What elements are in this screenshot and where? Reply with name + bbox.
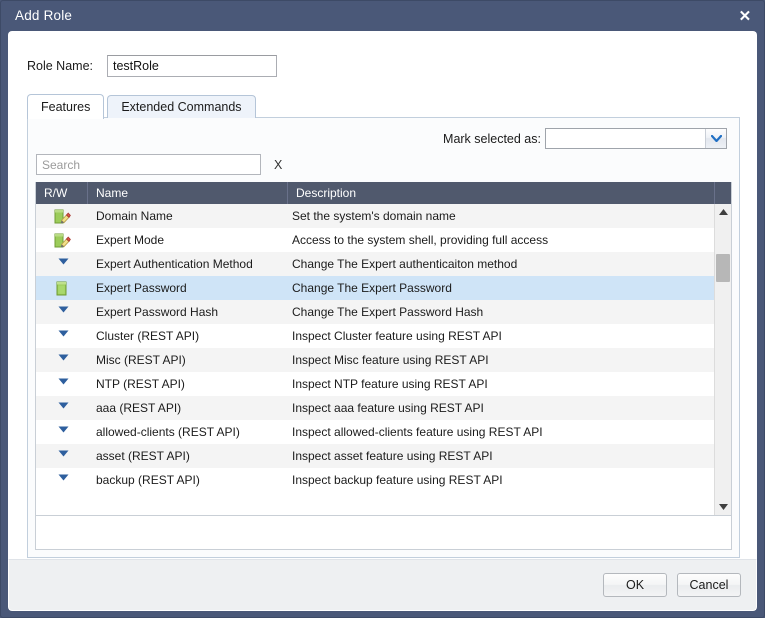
table-row[interactable]: Expert Password Change The Expert Passwor…	[36, 276, 714, 300]
row-name-cell: aaa (REST API)	[96, 401, 182, 415]
mark-selected-select[interactable]	[545, 128, 727, 149]
row-description-cell: Access to the system shell, providing fu…	[292, 233, 549, 247]
grid-rows: Domain Name Set the system's domain name E…	[36, 204, 714, 515]
features-grid: R/W Name Description Domain Name Set the …	[35, 182, 732, 516]
triangle-down-icon[interactable]	[58, 330, 70, 342]
row-name-cell: Expert Password Hash	[96, 305, 219, 319]
scroll-down-icon[interactable]	[715, 499, 731, 515]
row-description-cell: Inspect asset feature using REST API	[292, 449, 493, 463]
notepad-pencil-icon	[53, 208, 71, 225]
dialog-footer: OK Cancel	[8, 559, 757, 611]
search-input[interactable]	[36, 154, 261, 175]
row-rw-cell[interactable]	[36, 444, 88, 468]
chevron-down-icon[interactable]	[705, 129, 726, 148]
triangle-down-icon[interactable]	[58, 306, 70, 318]
triangle-down-icon[interactable]	[58, 258, 70, 270]
grid-body: Domain Name Set the system's domain name E…	[36, 204, 731, 515]
table-row[interactable]: Domain Name Set the system's domain name	[36, 204, 714, 228]
role-name-row: Role Name:	[9, 32, 756, 78]
dialog-title: Add Role	[15, 8, 73, 23]
table-row[interactable]: Expert Authentication Method Change The E…	[36, 252, 714, 276]
triangle-down-icon[interactable]	[58, 402, 70, 414]
grid-vertical-scrollbar[interactable]	[714, 204, 731, 515]
triangle-down-icon[interactable]	[58, 426, 70, 438]
cancel-button[interactable]: Cancel	[677, 573, 741, 597]
tab-extended-commands[interactable]: Extended Commands	[107, 95, 256, 118]
role-name-input[interactable]	[107, 55, 277, 77]
row-name-cell: NTP (REST API)	[96, 377, 185, 391]
clear-search-button[interactable]: X	[274, 158, 282, 172]
row-description-cell: Change The Expert Password Hash	[292, 305, 484, 319]
row-description-cell: Inspect allowed-clients feature using RE…	[292, 425, 543, 439]
triangle-down-icon[interactable]	[58, 378, 70, 390]
row-description-cell: Inspect aaa feature using REST API	[292, 401, 484, 415]
add-role-dialog: Add Role ✕ Role Name: Features Extended …	[0, 0, 765, 618]
grid-header: R/W Name Description	[36, 182, 731, 204]
table-row[interactable]: NTP (REST API) Inspect NTP feature using …	[36, 372, 714, 396]
table-row[interactable]: allowed-clients (REST API) Inspect allowe…	[36, 420, 714, 444]
row-rw-cell[interactable]	[36, 228, 88, 252]
column-header-spacer	[715, 182, 731, 204]
column-header-description[interactable]: Description	[288, 182, 715, 204]
row-description-cell: Change The Expert Password	[292, 281, 452, 295]
scrollbar-thumb[interactable]	[716, 254, 730, 282]
row-description-cell: Inspect backup feature using REST API	[292, 473, 503, 487]
mark-selected-value	[546, 129, 705, 148]
table-row[interactable]: Expert Password Hash Change The Expert Pa…	[36, 300, 714, 324]
row-name-cell: Expert Mode	[96, 233, 165, 247]
triangle-down-icon[interactable]	[58, 474, 70, 486]
triangle-down-icon[interactable]	[58, 354, 70, 366]
row-name-cell: Expert Password	[96, 281, 187, 295]
row-description-cell: Set the system's domain name	[292, 209, 456, 223]
notepad-pencil-icon	[53, 232, 71, 249]
tab-content-features: Mark selected as: X R/W Name Description	[27, 117, 740, 558]
table-row[interactable]: asset (REST API) Inspect asset feature us…	[36, 444, 714, 468]
dialog-body: Role Name: Features Extended Commands Ma…	[8, 31, 757, 559]
table-row[interactable]: backup (REST API) Inspect backup feature …	[36, 468, 714, 492]
dialog-titlebar: Add Role ✕	[1, 1, 764, 31]
row-name-cell: asset (REST API)	[96, 449, 190, 463]
tab-bar: Features Extended Commands	[27, 94, 756, 119]
row-rw-cell[interactable]	[36, 276, 88, 300]
row-rw-cell[interactable]	[36, 372, 88, 396]
row-description-cell: Inspect Misc feature using REST API	[292, 353, 489, 367]
row-name-cell: Domain Name	[96, 209, 173, 223]
row-description-cell: Inspect Cluster feature using REST API	[292, 329, 502, 343]
row-rw-cell[interactable]	[36, 348, 88, 372]
row-rw-cell[interactable]	[36, 324, 88, 348]
row-rw-cell[interactable]	[36, 252, 88, 276]
row-name-cell: allowed-clients (REST API)	[96, 425, 240, 439]
triangle-down-icon[interactable]	[58, 450, 70, 462]
scrollbar-track[interactable]	[715, 220, 731, 499]
row-name-cell: Expert Authentication Method	[96, 257, 253, 271]
scroll-up-icon[interactable]	[715, 204, 731, 220]
row-name-cell: Misc (REST API)	[96, 353, 186, 367]
grid-footer-blank	[35, 516, 732, 550]
row-name-cell: backup (REST API)	[96, 473, 200, 487]
row-rw-cell[interactable]	[36, 420, 88, 444]
row-rw-cell[interactable]	[36, 396, 88, 420]
row-rw-cell[interactable]	[36, 468, 88, 492]
close-icon[interactable]: ✕	[732, 5, 758, 27]
table-row[interactable]: aaa (REST API) Inspect aaa feature using …	[36, 396, 714, 420]
table-row[interactable]: Expert Mode Access to the system shell, p…	[36, 228, 714, 252]
mark-selected-label: Mark selected as:	[443, 131, 541, 146]
mark-selected-row: Mark selected as:	[28, 118, 739, 149]
row-rw-cell[interactable]	[36, 204, 88, 228]
table-row[interactable]: Cluster (REST API) Inspect Cluster featur…	[36, 324, 714, 348]
role-name-label: Role Name:	[27, 59, 93, 73]
row-rw-cell[interactable]	[36, 300, 88, 324]
row-description-cell: Change The Expert authenticaiton method	[292, 257, 518, 271]
row-name-cell: Cluster (REST API)	[96, 329, 200, 343]
search-row: X	[28, 148, 739, 182]
row-description-cell: Inspect NTP feature using REST API	[292, 377, 488, 391]
ok-button[interactable]: OK	[603, 573, 667, 597]
tab-features[interactable]: Features	[27, 94, 105, 119]
column-header-name[interactable]: Name	[88, 182, 288, 204]
notepad-icon	[53, 280, 71, 297]
table-row[interactable]: Misc (REST API) Inspect Misc feature usin…	[36, 348, 714, 372]
column-header-rw[interactable]: R/W	[36, 182, 88, 204]
